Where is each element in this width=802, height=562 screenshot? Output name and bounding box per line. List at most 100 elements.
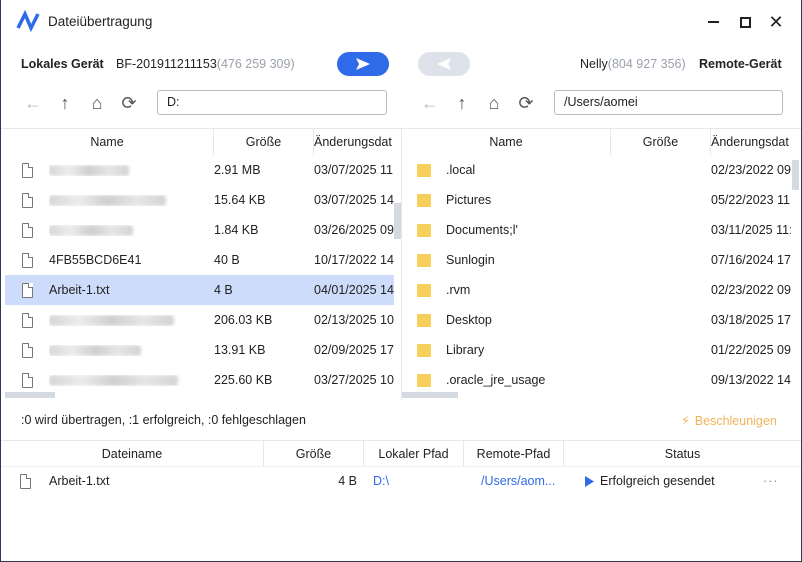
file-row[interactable]: Arbeit-1.txt 4 B 04/01/2025 14 — [5, 275, 394, 305]
local-horizontal-scrollbar[interactable] — [5, 392, 55, 398]
file-name — [49, 314, 214, 326]
col-status: Status — [664, 447, 701, 461]
file-name: 4FB55BCD6E41 — [49, 253, 142, 267]
accelerate-button[interactable]: ⚡ Beschleunigen — [681, 413, 777, 429]
lightning-icon: ⚡ — [681, 414, 690, 428]
local-device-label: Lokales Gerät — [21, 57, 104, 71]
transfer-row[interactable]: Arbeit-1.txt 4 B D:\ /Users/aom... Erfol… — [1, 467, 801, 495]
file-date: 02/23/2022 09 — [711, 283, 791, 297]
col-size[interactable]: Größe — [611, 129, 711, 155]
local-label: Lokales Gerät — [21, 57, 104, 71]
local-path-input[interactable]: D: — [157, 90, 387, 115]
folder-icon — [402, 373, 446, 387]
file-row[interactable]: Sunlogin 07/16/2024 17: — [402, 245, 791, 275]
file-size: 225.60 KB — [214, 373, 273, 387]
remote-path-input[interactable]: /Users/aomei — [554, 90, 783, 115]
file-row[interactable]: 225.60 KB 03/27/2025 10 — [5, 365, 394, 395]
file-row[interactable]: .oracle_jre_usage 09/13/2022 14: — [402, 365, 791, 395]
transfer-status: Erfolgreich gesendet — [600, 474, 715, 488]
remote-back-button[interactable]: ← — [419, 92, 441, 114]
receive-from-remote-button[interactable] — [418, 52, 470, 76]
file-name: .local — [446, 163, 476, 177]
file-icon — [5, 222, 49, 238]
send-to-remote-button[interactable] — [337, 52, 389, 76]
local-device-name: BF-201911211153 — [116, 57, 217, 71]
local-vertical-scrollbar[interactable] — [394, 203, 401, 239]
file-date: 07/16/2024 17: — [711, 253, 791, 267]
file-row[interactable]: Library 01/22/2025 09 — [402, 335, 791, 365]
file-size: 4 B — [214, 283, 233, 297]
window-title: Dateiübertragung — [48, 14, 153, 29]
folder-icon — [402, 223, 446, 237]
file-row[interactable]: 2.91 MB 03/07/2025 11: — [5, 155, 394, 185]
file-icon — [5, 372, 49, 388]
send-right-icon — [356, 58, 370, 70]
file-name: Desktop — [446, 313, 492, 327]
folder-icon — [402, 193, 446, 207]
close-icon: ✕ — [768, 11, 784, 32]
remote-refresh-button[interactable]: ⟳ — [515, 92, 537, 114]
file-row[interactable]: .rvm 02/23/2022 09 — [402, 275, 791, 305]
maximize-button[interactable] — [733, 10, 757, 34]
remote-up-button[interactable]: ↑ — [451, 92, 473, 114]
transfer-summary: :0 wird übertragen, :1 erfolgreich, :0 f… — [21, 413, 306, 427]
file-size: 1.84 KB — [214, 223, 259, 237]
col-size[interactable]: Größe — [214, 129, 314, 155]
accelerate-label: Beschleunigen — [694, 413, 777, 428]
remote-device-label: Remote-Gerät — [699, 57, 782, 71]
file-transfer-window: Dateiübertragung ✕ Lokales Gerät BF-2019… — [0, 0, 802, 562]
file-row[interactable]: 1.84 KB 03/26/2025 09 — [5, 215, 394, 245]
file-date: 04/01/2025 14 — [314, 283, 394, 297]
file-row[interactable]: Documents;l' 03/11/2025 11:4 — [402, 215, 791, 245]
local-up-button[interactable]: ↑ — [54, 92, 76, 114]
file-name — [49, 374, 214, 386]
file-row[interactable]: 15.64 KB 03/07/2025 14 — [5, 185, 394, 215]
remote-file-list: .local 02/23/2022 09 Pictures 05/22/2023… — [402, 155, 791, 395]
close-button[interactable]: ✕ — [764, 10, 788, 34]
file-date: 03/11/2025 11:4 — [711, 223, 791, 237]
file-row[interactable]: Desktop 03/18/2025 17: — [402, 305, 791, 335]
file-name: .rvm — [446, 283, 471, 297]
file-icon — [5, 162, 49, 178]
local-home-button[interactable]: ⌂ — [86, 92, 108, 114]
file-row[interactable]: .local 02/23/2022 09 — [402, 155, 791, 185]
col-date[interactable]: Änderungsdat — [711, 129, 791, 155]
col-size: Größe — [264, 441, 364, 466]
remote-device-id: (804 927 356) — [607, 57, 686, 71]
file-row[interactable]: 13.91 KB 02/09/2025 17 — [5, 335, 394, 365]
file-date: 02/23/2022 09 — [711, 163, 791, 177]
col-local-path: Lokaler Pfad — [364, 441, 464, 466]
file-date: 02/09/2025 17 — [314, 343, 394, 357]
file-name: .oracle_jre_usage — [446, 373, 546, 387]
file-date: 10/17/2022 14: — [314, 253, 394, 267]
file-date: 03/26/2025 09 — [314, 223, 394, 237]
transfer-local-path[interactable]: D:\ — [373, 474, 473, 488]
local-back-button[interactable]: ← — [22, 92, 44, 114]
col-name[interactable]: Name — [1, 129, 214, 155]
play-status-icon — [585, 475, 594, 487]
col-name[interactable]: Name — [402, 129, 611, 155]
file-icon — [5, 312, 49, 328]
remote-horizontal-scrollbar[interactable] — [402, 392, 458, 398]
app-logo-icon — [16, 9, 40, 37]
refresh-icon: ⟳ — [121, 92, 137, 113]
more-options-button[interactable]: ··· — [763, 474, 793, 488]
file-row[interactable]: 206.03 KB 02/13/2025 10 — [5, 305, 394, 335]
col-date[interactable]: Änderungsdat — [314, 129, 394, 155]
file-icon — [5, 342, 49, 358]
file-date: 03/18/2025 17: — [711, 313, 791, 327]
file-row[interactable]: Pictures 05/22/2023 11: — [402, 185, 791, 215]
col-remote-path: Remote-Pfad — [464, 441, 564, 466]
transfer-remote-path[interactable]: /Users/aom... — [473, 474, 573, 488]
remote-vertical-scrollbar[interactable] — [792, 160, 799, 190]
local-refresh-button[interactable]: ⟳ — [118, 92, 140, 114]
home-icon: ⌂ — [488, 92, 500, 113]
remote-table-header: Name Größe Änderungsdat — [402, 128, 801, 155]
file-icon — [5, 282, 49, 298]
transfer-table-header: Dateiname Größe Lokaler Pfad Remote-Pfad… — [1, 440, 801, 467]
folder-icon — [402, 283, 446, 297]
remote-home-button[interactable]: ⌂ — [483, 92, 505, 114]
minimize-button[interactable] — [701, 10, 725, 34]
file-row[interactable]: 4FB55BCD6E41 40 B 10/17/2022 14: — [5, 245, 394, 275]
file-name: Documents;l' — [446, 223, 518, 237]
